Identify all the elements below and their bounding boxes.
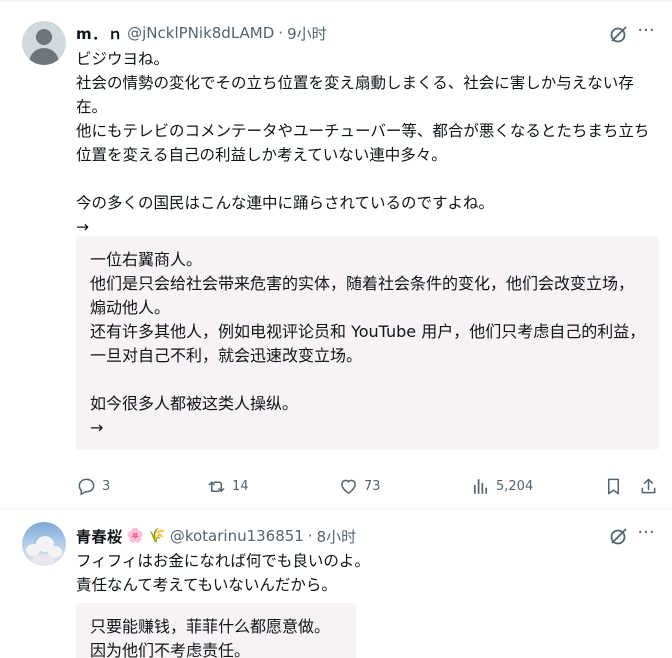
share-icon <box>641 478 656 493</box>
post-header: 青春桜 🌸 🌾 @kotarinu136851 · 8小时 <box>76 525 356 547</box>
post-header: m．ｎ @jNcklPNik8dLAMD · 9小时 <box>76 22 327 44</box>
avatar[interactable] <box>22 21 66 65</box>
user-handle[interactable]: @kotarinu136851 <box>170 527 304 545</box>
translation-text: 一位右翼商人。 他们是只会给社会带来危害的实体，随着社会条件的变化，他们会改变立… <box>90 250 646 437</box>
post-text: ビジウヨね。 社会の情勢の変化でその立ち位置を変え扇動しまくる、社会に害しか与え… <box>76 50 650 236</box>
avatar-blossom-shape <box>32 554 54 566</box>
like-count: 73 <box>364 478 381 494</box>
user-handle[interactable]: @jNcklPNik8dLAMD <box>127 24 274 42</box>
reply-icon <box>78 478 95 496</box>
reply-button[interactable]: 3 <box>77 474 110 498</box>
post[interactable]: m．ｎ @jNcklPNik8dLAMD · 9小时 ··· ビジウヨね。 社会… <box>0 0 672 509</box>
separator-dot: · <box>307 527 313 545</box>
separator-dot: · <box>278 24 284 42</box>
repost-icon <box>208 480 225 492</box>
more-icon[interactable]: ··· <box>636 524 656 546</box>
grok-icon[interactable] <box>609 526 629 546</box>
more-icon[interactable]: ··· <box>636 22 656 44</box>
views-button[interactable]: 5,204 <box>471 474 533 498</box>
translation-box: 只要能赚钱，菲菲什么都愿意做。 因为他们不考虑责任。 <box>76 603 356 658</box>
reply-count: 3 <box>102 478 111 494</box>
display-name[interactable]: m．ｎ <box>76 23 123 44</box>
repost-button[interactable]: 14 <box>207 474 249 498</box>
repost-count: 14 <box>232 478 249 494</box>
post-time[interactable]: 8小时 <box>317 526 357 547</box>
share-button[interactable] <box>639 474 658 498</box>
post[interactable]: 青春桜 🌸 🌾 @kotarinu136851 · 8小时 ··· フィフィはお… <box>0 509 672 658</box>
translation-text: 只要能赚钱，菲菲什么都愿意做。 因为他们不考虑责任。 <box>90 617 331 658</box>
avatar-body-shape <box>29 48 59 65</box>
grok-icon[interactable] <box>609 24 629 44</box>
translation-box: 一位右翼商人。 他们是只会给社会带来危害的实体，随着社会条件的变化，他们会改变立… <box>76 236 659 450</box>
bookmark-icon <box>607 478 620 494</box>
post-time[interactable]: 9小时 <box>287 23 327 44</box>
action-bar: 3 14 73 5,204 <box>0 474 672 498</box>
like-button[interactable]: 73 <box>339 474 381 498</box>
avatar-head-shape <box>36 29 52 45</box>
views-count: 5,204 <box>496 478 534 494</box>
avatar[interactable] <box>22 522 66 566</box>
heart-icon <box>341 479 356 494</box>
views-icon <box>473 478 488 494</box>
post-text: フィフィはお金になれば何でも良いのよ。 責任なんて考えてもいないんだから。 <box>76 552 370 594</box>
bookmark-button[interactable] <box>604 474 623 498</box>
display-name[interactable]: 青春桜 <box>76 526 123 547</box>
name-emojis: 🌸 🌾 <box>126 528 166 544</box>
